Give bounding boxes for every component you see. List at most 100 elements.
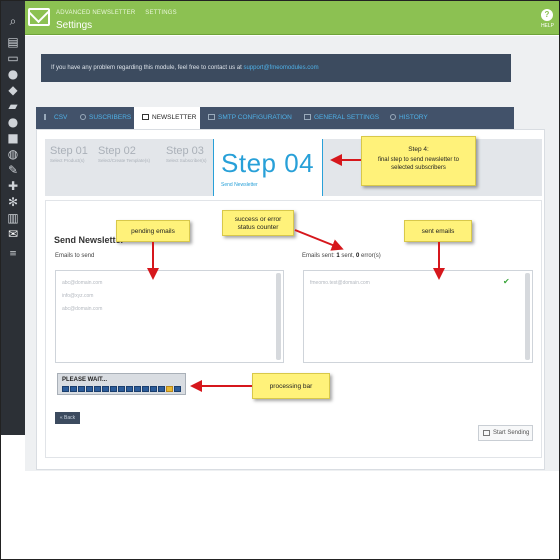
note-pending-emails: pending emails — [116, 220, 190, 242]
support-info-bar: If you have any problem regarding this m… — [41, 54, 511, 82]
csv-icon — [44, 114, 51, 120]
step-caption: Send Newsletter — [221, 182, 258, 188]
tab-newsletter[interactable]: NEWSLETTER — [134, 107, 200, 129]
tab-smtp-configuration[interactable]: SMTP CONFIGURATION — [200, 107, 296, 129]
progress-cell — [110, 386, 117, 392]
step-caption: Select Subscriber(s) — [166, 158, 207, 163]
tab-label: NEWSLETTER — [152, 114, 197, 121]
sent-email-item: fmeomo.test@domain.com — [310, 280, 370, 286]
pending-email-item: info@xyz.com — [62, 293, 94, 299]
counter-sent-word: sent, — [339, 253, 357, 259]
book-icon[interactable]: ▤ — [5, 35, 21, 49]
progress-cell — [158, 386, 165, 392]
note-step4-body: final step to send newsletter to selecte… — [377, 157, 460, 171]
puzzle-icon[interactable]: ✚ — [5, 179, 21, 193]
breadcrumb-item-module[interactable]: ADVANCED NEWSLETTER — [56, 10, 135, 16]
step-caption: Select Product(s) — [50, 158, 85, 163]
progress-cell — [118, 386, 125, 392]
tab-history[interactable]: HISTORY — [382, 107, 434, 129]
menu-icon[interactable]: ≡ — [5, 247, 21, 261]
step-04[interactable]: Step 04 Send Newsletter — [221, 148, 314, 188]
note-sent-emails: sent emails — [404, 220, 472, 242]
help-icon[interactable]: ? — [541, 9, 553, 21]
page-title: Settings — [56, 20, 93, 31]
breadcrumb-item-settings[interactable]: SETTINGS — [145, 10, 177, 16]
subscribers-icon — [80, 114, 86, 120]
breadcrumb: ADVANCED NEWSLETTER SETTINGS — [56, 10, 185, 16]
send-newsletter-title: Send Newsletter — [54, 235, 125, 245]
progress-cell — [126, 386, 133, 392]
wrench-icon[interactable]: ✎ — [5, 163, 21, 177]
pending-email-item: abc@domain.com — [62, 306, 103, 312]
scrollbar[interactable] — [525, 273, 530, 360]
tab-label: SMTP CONFIGURATION — [218, 114, 292, 121]
note-step4: Step 4: final step to send newsletter to… — [361, 136, 476, 186]
emails-to-send-label: Emails to send — [55, 253, 95, 259]
card-icon[interactable]: ▭ — [5, 51, 21, 65]
step-number: Step 03 — [166, 145, 204, 157]
progress-cell — [134, 386, 141, 392]
pending-email-item: abc@domain.com — [62, 280, 103, 286]
step-number: Step 01 — [50, 145, 88, 157]
step-02[interactable]: Step 02 Select/Create Template(s) — [98, 145, 150, 163]
sidebar: ⌕ ▤ ▭ ● ◆ ▰ ● ■ ◍ ✎ ✚ ✻ ▥ ✉ ≡ — [1, 1, 25, 435]
help-label[interactable]: HELP — [541, 23, 554, 29]
counter-prefix: Emails sent: — [302, 253, 337, 259]
progress-cell — [62, 386, 69, 392]
sent-check-icon: ✔ — [503, 277, 510, 286]
tab-csv[interactable]: CSV — [36, 107, 70, 129]
cube-icon[interactable]: ■ — [5, 131, 21, 145]
top-header: ADVANCED NEWSLETTER SETTINGS Settings ? … — [25, 1, 559, 35]
progress-cell — [70, 386, 77, 392]
counter-error-word: error(s) — [359, 253, 381, 259]
progress-cell — [174, 386, 181, 392]
step-number: Step 04 — [221, 148, 315, 178]
gear-icon[interactable]: ✻ — [5, 195, 21, 209]
progress-cell — [102, 386, 109, 392]
step-01[interactable]: Step 01 Select Product(s) — [50, 145, 88, 163]
tab-subscribers[interactable]: SUSCRIBERS — [72, 107, 134, 129]
emails-sent-counter: Emails sent: 1 sent, 0 error(s) — [302, 253, 381, 259]
newsletter-mail-icon — [28, 8, 50, 26]
module-tabs: CSV SUSCRIBERS NEWSLETTER SMTP CONFIGURA… — [36, 107, 514, 129]
settings-icon — [304, 114, 311, 120]
user-icon[interactable]: ● — [5, 115, 21, 129]
pending-emails-list[interactable]: abc@domain.com info@xyz.com abc@domain.c… — [55, 270, 284, 363]
step-number: Step 02 — [98, 145, 136, 157]
tab-label: HISTORY — [399, 114, 428, 121]
note-step4-title: Step 4: — [408, 146, 429, 153]
support-email-link[interactable]: support@fmeomodules.com — [243, 65, 318, 71]
progress-cell — [78, 386, 85, 392]
globe-icon[interactable]: ◍ — [5, 147, 21, 161]
back-button[interactable]: « Back — [55, 412, 80, 424]
start-sending-button[interactable]: Start Sending — [478, 425, 533, 441]
progress-cell — [150, 386, 157, 392]
tab-label: CSV — [54, 114, 68, 121]
progress-cell — [86, 386, 93, 392]
note-status-counter: success or error status counter — [222, 210, 294, 236]
tab-general-settings[interactable]: GENERAL SETTINGS — [296, 107, 382, 129]
smtp-icon — [208, 114, 215, 120]
scrollbar[interactable] — [276, 273, 281, 360]
note-processing-bar: processing bar — [252, 373, 330, 399]
start-sending-label: Start Sending — [493, 430, 530, 436]
send-icon — [483, 430, 490, 436]
support-info-text: If you have any problem regarding this m… — [51, 65, 244, 71]
tab-label: GENERAL SETTINGS — [314, 114, 380, 121]
step-03[interactable]: Step 03 Select Subscriber(s) — [166, 145, 207, 163]
sent-emails-list[interactable]: fmeomo.test@domain.com ✔ — [303, 270, 533, 363]
envelope-icon — [142, 114, 149, 120]
tab-label: SUSCRIBERS — [89, 114, 132, 121]
progress-cell — [94, 386, 101, 392]
history-icon — [390, 114, 396, 120]
progress-cell — [166, 386, 173, 392]
chart-icon[interactable]: ▥ — [5, 211, 21, 225]
search-icon[interactable]: ⌕ — [5, 14, 21, 28]
mail-icon[interactable]: ✉ — [5, 227, 21, 241]
users-icon[interactable]: ● — [5, 67, 21, 81]
truck-icon[interactable]: ▰ — [5, 99, 21, 113]
tags-icon[interactable]: ◆ — [5, 83, 21, 97]
processing-label: PLEASE WAIT... — [62, 377, 108, 383]
processing-bar: PLEASE WAIT... — [57, 373, 186, 395]
progress-cell — [142, 386, 149, 392]
